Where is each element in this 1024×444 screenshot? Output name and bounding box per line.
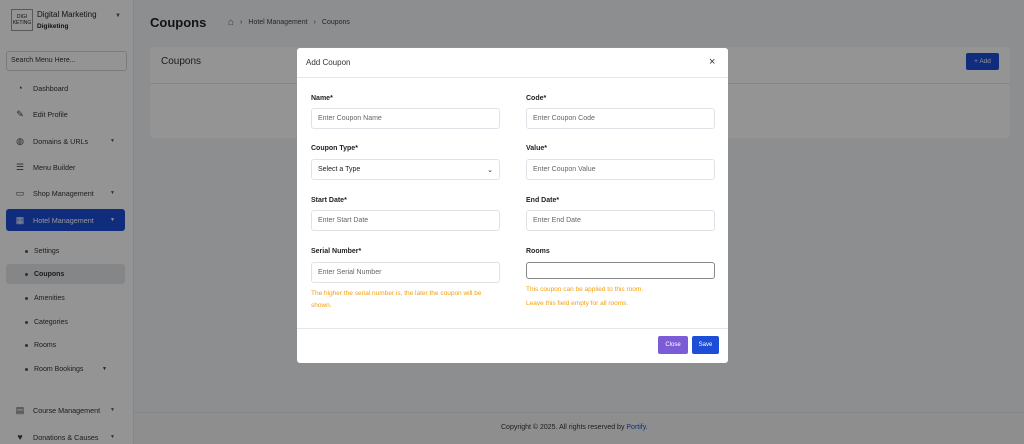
coupon-value-input[interactable]: Enter Coupon Value bbox=[526, 159, 715, 180]
add-coupon-modal: Add Coupon × Name* Enter Coupon Name Cod… bbox=[297, 48, 728, 363]
coupon-type-label: Coupon Type* bbox=[311, 145, 358, 152]
modal-title: Add Coupon bbox=[306, 58, 351, 67]
start-date-label: Start Date* bbox=[311, 197, 347, 204]
close-icon[interactable]: × bbox=[709, 56, 715, 68]
coupon-name-input[interactable]: Enter Coupon Name bbox=[311, 108, 500, 129]
rooms-label: Rooms bbox=[526, 248, 550, 255]
coupon-code-input[interactable]: Enter Coupon Code bbox=[526, 108, 715, 129]
serial-number-hint: The higher the serial number is, the lat… bbox=[311, 290, 482, 309]
close-button[interactable]: Close bbox=[658, 336, 688, 354]
value-label: Value* bbox=[526, 145, 548, 152]
rooms-hint-1: This coupon can be applied to this room. bbox=[526, 286, 644, 293]
chevron-down-icon: ⌄ bbox=[487, 166, 493, 174]
coupon-type-select[interactable]: Select a Type ⌄ bbox=[311, 159, 500, 180]
rooms-hint-2: Leave this field empty for all rooms. bbox=[526, 300, 629, 307]
divider bbox=[297, 328, 728, 329]
coupon-type-value: Select a Type bbox=[318, 166, 361, 173]
start-date-input[interactable]: Enter Start Date bbox=[311, 210, 500, 231]
divider bbox=[297, 77, 728, 78]
end-date-label: End Date* bbox=[526, 197, 560, 204]
code-label: Code* bbox=[526, 95, 547, 102]
end-date-input[interactable]: Enter End Date bbox=[526, 210, 715, 231]
serial-number-label: Serial Number* bbox=[311, 248, 362, 255]
rooms-select[interactable] bbox=[526, 262, 715, 279]
serial-number-input[interactable]: Enter Serial Number bbox=[311, 262, 500, 283]
name-label: Name* bbox=[311, 95, 333, 102]
save-button[interactable]: Save bbox=[692, 336, 719, 354]
